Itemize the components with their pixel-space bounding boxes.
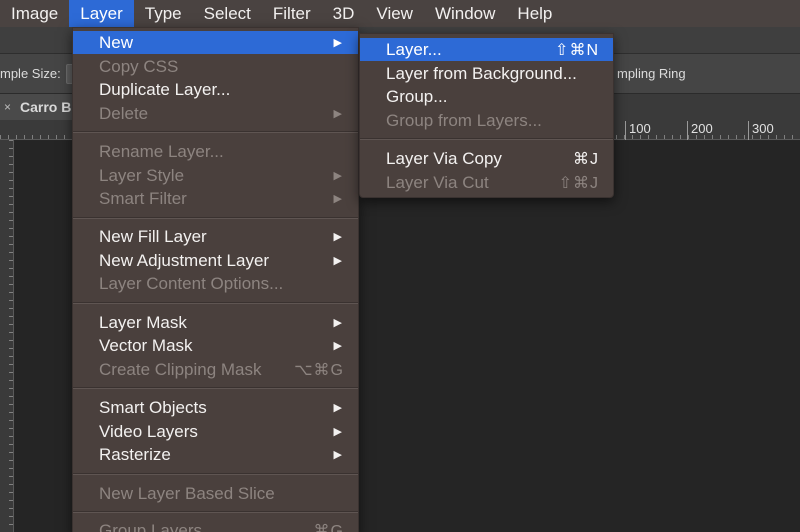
photoshop-window: Image Layer Type Select Filter 3D View W… — [0, 0, 800, 532]
menu-image[interactable]: Image — [0, 0, 69, 27]
menu-item-group-layers: Group Layers ⌘G — [73, 519, 358, 532]
ruler-tick: 200 — [687, 121, 713, 140]
shortcut-label: ⇧⌘J — [558, 174, 599, 192]
layer-menu: New ▶ Copy CSS Duplicate Layer... Delete… — [72, 27, 359, 532]
menu-item-new-fill-layer[interactable]: New Fill Layer ▶ — [73, 225, 358, 248]
submenu-arrow-icon: ▶ — [333, 193, 342, 205]
menu-item-delete: Delete ▶ — [99, 103, 342, 123]
menu-3d[interactable]: 3D — [322, 0, 366, 27]
menu-separator — [73, 511, 358, 513]
shortcut-label: ⌘G — [313, 522, 344, 532]
vertical-ruler — [0, 140, 14, 532]
menu-item-smart-objects[interactable]: Smart Objects ▶ — [73, 396, 358, 419]
menu-separator — [360, 138, 613, 140]
menu-item-video-layers[interactable]: Video Layers ▶ — [73, 420, 358, 443]
menu-separator — [73, 473, 358, 475]
submenu-arrow-icon: ▶ — [333, 170, 342, 182]
menu-item-new-adjustment-layer[interactable]: New Adjustment Layer ▶ — [73, 249, 358, 272]
menu-separator — [73, 302, 358, 304]
menu-item-new[interactable]: New ▶ — [73, 31, 358, 54]
sampling-ring-label[interactable]: mpling Ring — [617, 66, 686, 81]
submenu-arrow-icon: ▶ — [333, 340, 342, 352]
menu-item-duplicate-layer[interactable]: Duplicate Layer... — [73, 78, 358, 101]
menu-view[interactable]: View — [365, 0, 424, 27]
menu-window[interactable]: Window — [424, 0, 506, 27]
submenu-item-layer[interactable]: Layer... ⇧⌘N — [360, 38, 613, 61]
menu-item-smart-filter: Smart Filter ▶ — [99, 188, 342, 208]
submenu-item-group-from-layers: Group from Layers... — [386, 110, 542, 130]
submenu-item-group[interactable]: Group... — [360, 85, 613, 108]
menu-separator — [73, 131, 358, 133]
submenu-item-layer-from-background[interactable]: Layer from Background... — [360, 62, 613, 85]
close-icon[interactable]: × — [0, 100, 16, 114]
shortcut-label: ⌘J — [573, 150, 599, 168]
submenu-arrow-icon: ▶ — [333, 231, 342, 243]
submenu-arrow-icon: ▶ — [333, 255, 342, 267]
menu-select[interactable]: Select — [193, 0, 262, 27]
menu-layer[interactable]: Layer — [69, 0, 134, 27]
submenu-arrow-icon: ▶ — [333, 426, 342, 438]
menu-item-copy-css: Copy CSS — [99, 56, 179, 76]
menu-item-layer-mask[interactable]: Layer Mask ▶ — [73, 311, 358, 334]
menu-help[interactable]: Help — [506, 0, 563, 27]
menu-separator — [73, 217, 358, 219]
document-tab[interactable]: × Carro B — [0, 94, 80, 120]
sample-size-label: mple Size: — [0, 66, 61, 81]
submenu-item-layer-via-cut: Layer Via Cut ⇧⌘J — [386, 172, 599, 192]
menu-type[interactable]: Type — [134, 0, 193, 27]
submenu-item-layer-via-copy[interactable]: Layer Via Copy ⌘J — [360, 147, 613, 170]
document-tab-name: Carro B — [20, 99, 72, 115]
menu-item-layer-style: Layer Style ▶ — [99, 165, 342, 185]
menu-bar: Image Layer Type Select Filter 3D View W… — [0, 0, 800, 27]
new-submenu: Layer... ⇧⌘N Layer from Background... Gr… — [359, 33, 614, 198]
menu-filter[interactable]: Filter — [262, 0, 322, 27]
shortcut-label: ⇧⌘N — [555, 41, 599, 59]
menu-item-vector-mask[interactable]: Vector Mask ▶ — [73, 334, 358, 357]
menu-item-rasterize[interactable]: Rasterize ▶ — [73, 443, 358, 466]
shortcut-label: ⌥⌘G — [294, 361, 344, 379]
submenu-arrow-icon: ▶ — [333, 317, 342, 329]
ruler-tick: 100 — [625, 121, 651, 140]
menu-separator — [73, 387, 358, 389]
submenu-arrow-icon: ▶ — [333, 402, 342, 414]
ruler-tick: 300 — [748, 121, 774, 140]
submenu-arrow-icon: ▶ — [333, 449, 342, 461]
submenu-arrow-icon: ▶ — [333, 37, 342, 49]
menu-item-create-clipping-mask: Create Clipping Mask ⌥⌘G — [99, 359, 344, 379]
menu-item-rename-layer: Rename Layer... — [99, 141, 224, 161]
menu-item-new-layer-based-slice: New Layer Based Slice — [99, 483, 275, 503]
menu-item-layer-content-options: Layer Content Options... — [99, 273, 284, 293]
submenu-arrow-icon: ▶ — [333, 108, 342, 120]
